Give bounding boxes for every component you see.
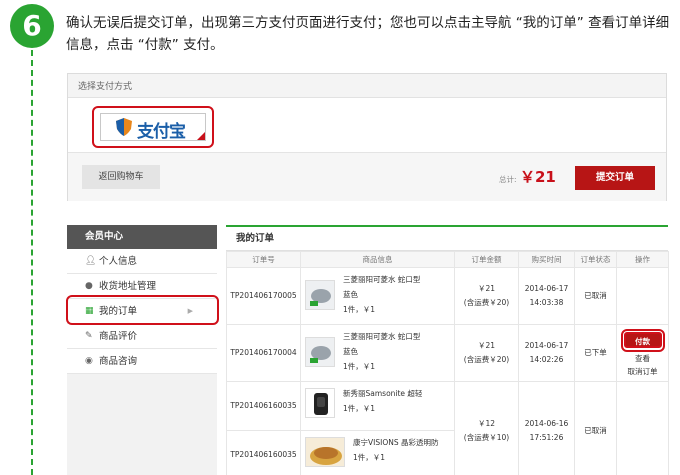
my-orders-highlight-frame: [66, 295, 219, 325]
table-header-row: 订单号 商品信息 订单金额 购买时间 订单状态 操作: [226, 251, 669, 268]
total-label: 总计:: [499, 175, 517, 184]
chat-bubble-icon: ◉: [85, 356, 93, 366]
order-status: 已取消: [574, 381, 617, 475]
orders-table: 订单号 商品信息 订单金额 购买时间 订单状态 操作 TP20140617000…: [226, 251, 669, 475]
payment-method-panel: 选择支付方式 支付宝 返回购物车 总计: ￥21 提交订单: [67, 73, 667, 201]
pay-button[interactable]: 付款: [623, 331, 662, 348]
order-actions: 付款 查看 取消订单: [616, 324, 669, 382]
sidebar-item-label: 商品评价: [99, 331, 138, 342]
order-amount: ￥21 (含运费￥20): [454, 267, 519, 325]
order-id: TP201406170004: [226, 324, 301, 382]
alipay-shield-icon: [116, 118, 132, 136]
table-row: TP201406160035 新秀丽Samsonite 超轻 1件，￥1 ￥12…: [226, 381, 669, 475]
column-header: 订单金额: [454, 251, 519, 268]
product-thumbnail[interactable]: [305, 388, 335, 418]
order-amount: ￥12 (含运费￥10): [454, 381, 519, 475]
table-row: TP201406170005 三菱丽阳可菱水 蛇口型 蓝色 1件，￥1 ￥21 …: [226, 267, 669, 325]
alipay-option[interactable]: 支付宝: [100, 113, 206, 142]
column-header: 订单号: [226, 251, 301, 268]
order-time: 2014-06-17 14:02:26: [518, 324, 575, 382]
alipay-logo-text: 支付宝: [137, 122, 186, 142]
sidebar-item-profile[interactable]: 👤︎ 个人信息: [67, 249, 217, 274]
product-image: [306, 281, 334, 309]
cancel-order-link[interactable]: 取消订单: [617, 365, 668, 378]
order-time: 2014-06-16 17:51:26: [518, 381, 575, 475]
product-image: [306, 338, 334, 366]
back-to-cart-button[interactable]: 返回购物车: [82, 165, 160, 189]
sidebar-item-label: 收货地址管理: [99, 281, 157, 292]
sidebar-item-label: 个人信息: [99, 256, 138, 267]
product-image: [314, 393, 328, 415]
sidebar-title: 会员中心: [67, 225, 217, 249]
user-icon: 👤︎: [85, 256, 97, 266]
column-header: 商品信息: [300, 251, 455, 268]
submit-order-button[interactable]: 提交订单: [575, 166, 655, 190]
my-orders-panel: 我的订单 订单号 商品信息 订单金额 购买时间 订单状态 操作 TP201406…: [226, 225, 669, 475]
order-actions: [616, 267, 669, 325]
product-name[interactable]: 三菱丽阳可菱水 蛇口型: [343, 272, 420, 287]
product-thumbnail[interactable]: [305, 280, 335, 310]
step-number-badge: 6: [10, 4, 54, 48]
product-thumbnail[interactable]: [305, 437, 345, 467]
product-info: 三菱丽阳可菱水 蛇口型 蓝色 1件，￥1: [300, 324, 455, 382]
step-dashed-guide: [31, 50, 33, 475]
order-id: TP201406170005: [226, 267, 301, 325]
product-thumbnail[interactable]: [305, 337, 335, 367]
selected-corner-mark: [197, 132, 205, 140]
payment-footer: 返回购物车 总计: ￥21 提交订单: [68, 152, 666, 201]
member-center-sidebar: 会员中心 👤︎ 个人信息 ● 收货地址管理 ▦ 我的订单 ▶ ✎ 商品评价 ◉ …: [67, 225, 217, 475]
table-row: TP201406170004 三菱丽阳可菱水 蛇口型 蓝色 1件，￥1 ￥21 …: [226, 324, 669, 382]
order-amount: ￥21 (含运费￥20): [454, 324, 519, 382]
product-color: 蓝色: [343, 347, 358, 356]
orders-title: 我的订单: [226, 227, 668, 251]
order-status: 已取消: [574, 267, 617, 325]
payment-method-header: 选择支付方式: [68, 74, 666, 98]
product-info: 三菱丽阳可菱水 蛇口型 蓝色 1件，￥1: [300, 267, 455, 325]
order-status: 已下单: [574, 324, 617, 382]
product-info: 康宁VISIONS 晶彩透明防 1件，￥1: [300, 430, 455, 475]
pay-button-highlight: 付款: [620, 328, 665, 352]
product-quantity: 1件，￥1: [343, 362, 376, 371]
order-id: TP201406160035: [226, 430, 301, 475]
sidebar-item-reviews[interactable]: ✎ 商品评价: [67, 324, 217, 349]
product-quantity: 1件，￥1: [343, 404, 376, 413]
step-instruction: 确认无误后提交订单，出现第三方支付页面进行支付；您也可以点击主导航 “我的订单”…: [66, 15, 670, 53]
product-info: 新秀丽Samsonite 超轻 1件，￥1: [300, 381, 455, 431]
column-header: 操作: [616, 251, 669, 268]
product-quantity: 1件，￥1: [353, 453, 386, 462]
product-quantity: 1件，￥1: [343, 305, 376, 314]
sidebar-item-inquiries[interactable]: ◉ 商品咨询: [67, 349, 217, 374]
product-image: [310, 447, 342, 465]
product-name[interactable]: 新秀丽Samsonite 超轻: [343, 386, 422, 401]
column-header: 购买时间: [518, 251, 575, 268]
order-actions: [616, 381, 669, 475]
order-id: TP201406160035: [226, 381, 301, 431]
column-header: 订单状态: [574, 251, 617, 268]
product-color: 蓝色: [343, 290, 358, 299]
product-name[interactable]: 康宁VISIONS 晶彩透明防: [353, 435, 438, 450]
pencil-icon: ✎: [85, 331, 93, 341]
view-order-link[interactable]: 查看: [617, 352, 668, 365]
total-amount: ￥21: [520, 168, 556, 186]
order-time: 2014-06-17 14:03:38: [518, 267, 575, 325]
product-name[interactable]: 三菱丽阳可菱水 蛇口型: [343, 329, 420, 344]
alipay-highlight-frame: 支付宝: [92, 106, 214, 148]
sidebar-item-label: 商品咨询: [99, 356, 138, 367]
